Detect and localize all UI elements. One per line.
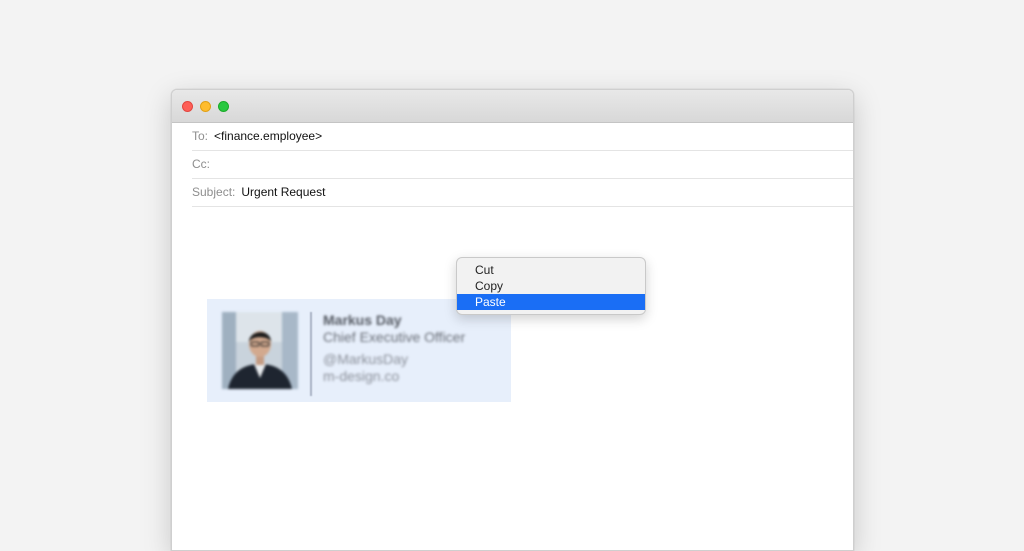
mail-compose-window: To: <finance.employee> Cc: Subject: Urge… xyxy=(171,89,854,551)
to-label: To: xyxy=(192,129,209,143)
to-recipient[interactable]: <finance.employee> xyxy=(214,129,322,143)
person-photo-icon xyxy=(222,312,298,389)
subject-label: Subject: xyxy=(192,185,236,199)
signature-handle: @MarkusDay xyxy=(323,351,409,367)
to-field[interactable]: To: <finance.employee> xyxy=(192,122,853,151)
menu-item-copy[interactable]: Copy xyxy=(457,278,645,294)
menu-item-paste[interactable]: Paste xyxy=(457,294,645,310)
signature-divider xyxy=(310,312,312,396)
signature-details: Markus Day Chief Executive Officer @Mark… xyxy=(323,312,465,385)
title-bar xyxy=(172,90,853,123)
context-menu: Cut Copy Paste xyxy=(456,257,646,315)
menu-item-cut[interactable]: Cut xyxy=(457,262,645,278)
profile-photo xyxy=(222,312,298,389)
signature-title: Chief Executive Officer xyxy=(323,329,466,345)
subject-field[interactable]: Subject: Urgent Request xyxy=(192,178,853,207)
zoom-window-button[interactable] xyxy=(218,101,229,112)
signature-website: m-design.co xyxy=(323,368,400,384)
close-window-button[interactable] xyxy=(182,101,193,112)
cc-field[interactable]: Cc: xyxy=(192,150,853,179)
signature-name: Markus Day xyxy=(323,312,402,328)
cc-label: Cc: xyxy=(192,157,210,171)
minimize-window-button[interactable] xyxy=(200,101,211,112)
subject-input[interactable]: Urgent Request xyxy=(241,185,325,199)
